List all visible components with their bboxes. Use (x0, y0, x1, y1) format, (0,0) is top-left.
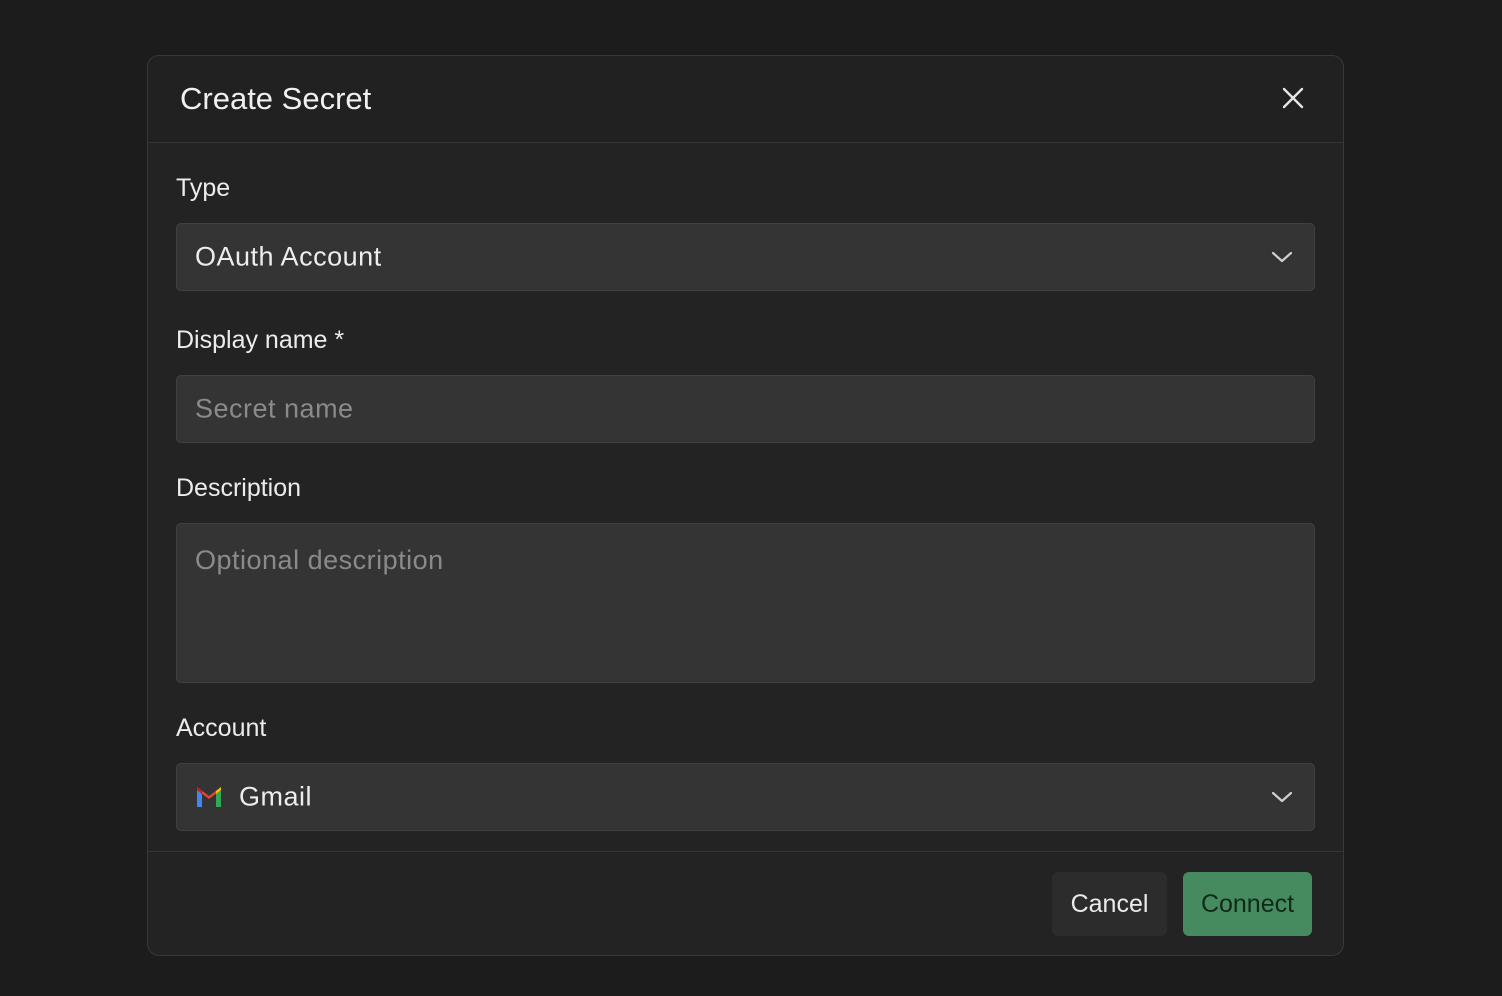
account-select-value: Gmail (239, 781, 313, 812)
chevron-down-icon (1270, 245, 1294, 269)
display-name-placeholder: Secret name (195, 393, 354, 424)
type-select[interactable]: OAuth Account (176, 223, 1315, 291)
dialog-footer: Cancel Connect (148, 851, 1343, 955)
cancel-button[interactable]: Cancel (1052, 872, 1167, 936)
close-button[interactable] (1277, 82, 1309, 114)
display-name-label: Display name * (176, 326, 345, 354)
chevron-down-icon (1270, 785, 1294, 809)
type-select-value: OAuth Account (195, 241, 382, 272)
create-secret-dialog: Create Secret Type OAuth Account Display… (147, 55, 1344, 956)
dialog-header: Create Secret (148, 56, 1343, 143)
dialog-title: Create Secret (180, 81, 372, 116)
account-label: Account (176, 714, 267, 742)
close-icon (1282, 87, 1304, 109)
description-placeholder: Optional description (195, 545, 444, 575)
display-name-field[interactable]: Secret name (176, 375, 1315, 443)
description-label: Description (176, 474, 302, 502)
description-field[interactable]: Optional description (176, 523, 1315, 683)
connect-button[interactable]: Connect (1183, 872, 1312, 936)
account-select[interactable]: Gmail (176, 763, 1315, 831)
type-label: Type (176, 174, 231, 202)
gmail-icon (197, 787, 221, 807)
